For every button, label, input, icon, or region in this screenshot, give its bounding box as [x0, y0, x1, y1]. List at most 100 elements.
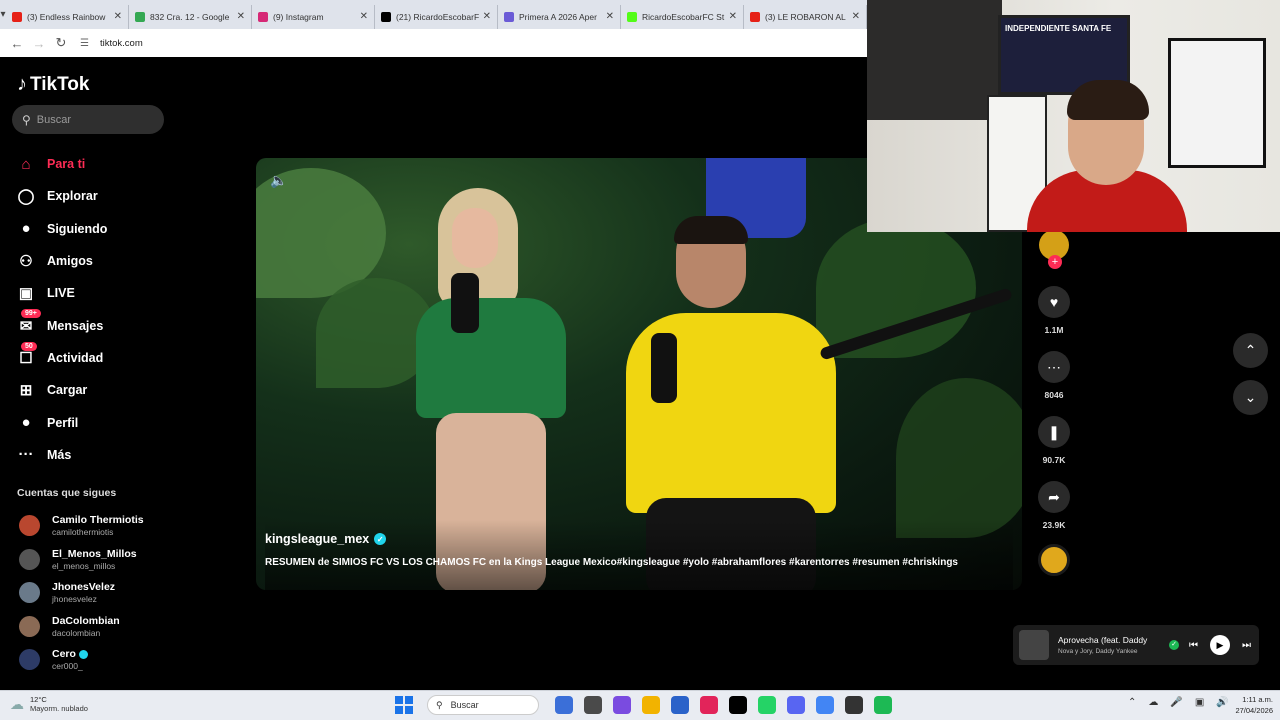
account-handle: dacolombian [52, 627, 101, 638]
sidebar-item-perfil[interactable]: ● Perfil [17, 406, 177, 438]
following-account[interactable]: DaColombian dacolombian [19, 610, 144, 644]
close-tab-icon[interactable]: ✕ [852, 11, 860, 22]
tiktok-sidebar: ♪ TikTok ⚲ Buscar ⌂ Para ti ◯ Explorar ● Sigu… [0, 58, 180, 690]
system-clock[interactable]: 1:11 a.m. 27/04/2026 [1227, 694, 1273, 716]
notification-badge: 50 [21, 341, 37, 351]
back-button[interactable]: ← [6, 36, 28, 51]
browser-tab[interactable]: (9) Instagram ✕ [252, 4, 375, 29]
tray-chevron-icon[interactable]: ⌃ [1128, 697, 1136, 708]
tab-favicon-icon [12, 11, 22, 22]
volume-icon[interactable]: 🔈 [270, 172, 287, 189]
sidebar-item-actividad[interactable]: ☐ Actividad 50 [17, 341, 177, 374]
weather-widget[interactable]: ☁ 12°C Mayorm. nublado [10, 695, 88, 713]
forward-button[interactable]: → [28, 36, 50, 51]
sidebar-item-mensajes[interactable]: ✉ Mensajes 99+ [17, 309, 177, 341]
play-button[interactable]: ▶ [1210, 635, 1230, 655]
following-account[interactable]: JhonesVelez jhonesvelez [19, 576, 144, 610]
clock-date: 27/04/2026 [1235, 706, 1273, 715]
close-tab-icon[interactable]: ✕ [483, 11, 491, 22]
share-button[interactable]: ➦ [1038, 481, 1070, 513]
sidebar-item-cargar[interactable]: ⊞ Cargar [17, 374, 177, 406]
close-tab-icon[interactable]: ✕ [360, 11, 368, 22]
next-video-button[interactable]: ⌄ [1233, 380, 1268, 415]
taskbar-app-icon[interactable] [670, 696, 689, 714]
taskbar-app-icon[interactable] [815, 696, 834, 714]
liked-check-icon[interactable]: ✓ [1169, 640, 1179, 650]
taskbar-app-icon[interactable] [844, 696, 863, 714]
display-icon[interactable]: ▣ [1195, 697, 1204, 708]
sidebar-item-amigos[interactable]: ⚇ Amigos [17, 245, 177, 277]
taskbar-app-icon[interactable] [699, 696, 718, 714]
account-name: JhonesVelez [52, 581, 116, 594]
browser-tab[interactable]: (21) RicardoEscobarF ✕ [375, 4, 498, 29]
next-track-icon[interactable]: ⏭ [1242, 640, 1251, 651]
tiktok-logo[interactable]: ♪ TikTok [17, 73, 89, 96]
sidebar-item-para-ti[interactable]: ⌂ Para ti [17, 148, 177, 180]
browser-tab[interactable]: (3) Endless Rainbow ✕ [6, 4, 129, 29]
sidebar-item-label: Siguiendo [47, 221, 108, 236]
close-tab-icon[interactable]: ✕ [237, 11, 245, 22]
music-disc-icon[interactable] [1038, 544, 1070, 576]
taskbar-app-icon[interactable] [873, 696, 892, 714]
taskbar-search[interactable]: ⚲ Buscar [427, 695, 539, 715]
following-account[interactable]: Camilo Thermiotis camilothermiotis [19, 509, 144, 543]
video-meta: kingsleague_mex ✓ RESUMEN de SIMIOS FC V… [265, 520, 1013, 590]
logo-text: TikTok [30, 73, 90, 95]
chevron-up-icon: ⌃ [1244, 342, 1257, 358]
browser-tab[interactable]: (3) LE ROBARON AL ✕ [744, 4, 867, 29]
tab-title: RicardoEscobarFC St [642, 11, 725, 22]
weather-temp: 12°C [30, 695, 47, 704]
sidebar-item-label: Explorar [47, 189, 98, 204]
creator-avatar[interactable]: + [1039, 230, 1069, 269]
like-button[interactable]: ♥ [1038, 286, 1070, 318]
following-account[interactable]: El_Menos_Millos el_menos_millos [19, 543, 144, 577]
sidebar-item-más[interactable]: ··· Más [17, 439, 177, 471]
url-field[interactable]: ☰ tiktok.com [80, 37, 143, 50]
reload-button[interactable]: ↻ [50, 35, 72, 51]
taskbar-app-icon[interactable] [612, 696, 631, 714]
browser-tab[interactable]: Primera A 2026 Aper ✕ [498, 4, 621, 29]
video-author[interactable]: kingsleague_mex ✓ [265, 532, 387, 546]
sidebar-item-label: Amigos [47, 254, 93, 269]
room-tv [867, 0, 1002, 120]
taskbar-app-icon[interactable] [728, 696, 747, 714]
windows-start-icon[interactable] [395, 696, 413, 714]
taskbar-app-icon[interactable] [757, 696, 776, 714]
account-name: El_Menos_Millos [52, 547, 137, 560]
comment-button[interactable]: ⋯ [1038, 351, 1070, 383]
browser-tab[interactable]: 832 Cra. 12 - Google ✕ [129, 4, 252, 29]
microphone-icon[interactable]: 🎤 [1170, 697, 1182, 708]
microphone [451, 273, 479, 333]
sidebar-item-explorar[interactable]: ◯ Explorar [17, 180, 177, 212]
close-tab-icon[interactable]: ✕ [606, 11, 614, 22]
previous-video-button[interactable]: ⌃ [1233, 333, 1268, 368]
browser-tab-bar: ▾ (3) Endless Rainbow ✕ 832 Cra. 12 - Goog… [0, 0, 867, 29]
following-section-title: Cuentas que sigues [17, 487, 117, 499]
taskbar-app-icon[interactable] [786, 696, 805, 714]
browser-address-bar: ← → ↻ ☰ tiktok.com [0, 29, 867, 57]
notification-badge: 99+ [21, 309, 41, 319]
following-account[interactable]: Cero cer000_ [19, 643, 144, 677]
save-button[interactable]: ❚ [1038, 416, 1070, 448]
close-tab-icon[interactable]: ✕ [114, 11, 122, 22]
main-menu: ⌂ Para ti ◯ Explorar ● Siguiendo ⚇ Amigos ▣ LIVE ✉… [17, 148, 177, 471]
tab-title: (3) LE ROBARON AL [765, 11, 846, 22]
taskbar-app-icon[interactable] [641, 696, 660, 714]
song-artist: Nova y Jory, Daddy Yankee [1058, 648, 1138, 655]
author-name: kingsleague_mex [265, 532, 370, 546]
browser-tab[interactable]: RicardoEscobarFC St ✕ [621, 4, 744, 29]
verified-icon [78, 649, 88, 659]
url-text: tiktok.com [100, 37, 143, 49]
sidebar-item-siguiendo[interactable]: ● Siguiendo [17, 213, 177, 245]
follow-plus-icon[interactable]: + [1048, 255, 1062, 269]
site-info-icon[interactable]: ☰ [80, 38, 92, 49]
previous-track-icon[interactable]: ⏮ [1189, 640, 1198, 651]
taskbar-app-icon[interactable] [554, 696, 573, 714]
sidebar-item-live[interactable]: ▣ LIVE [17, 277, 177, 309]
avatar [19, 582, 40, 604]
taskbar-app-icon[interactable] [583, 696, 602, 714]
tab-favicon-icon [258, 11, 268, 22]
network-icon[interactable]: ☁ [1148, 697, 1158, 708]
close-tab-icon[interactable]: ✕ [729, 11, 737, 22]
search-input[interactable]: ⚲ Buscar [12, 105, 164, 134]
